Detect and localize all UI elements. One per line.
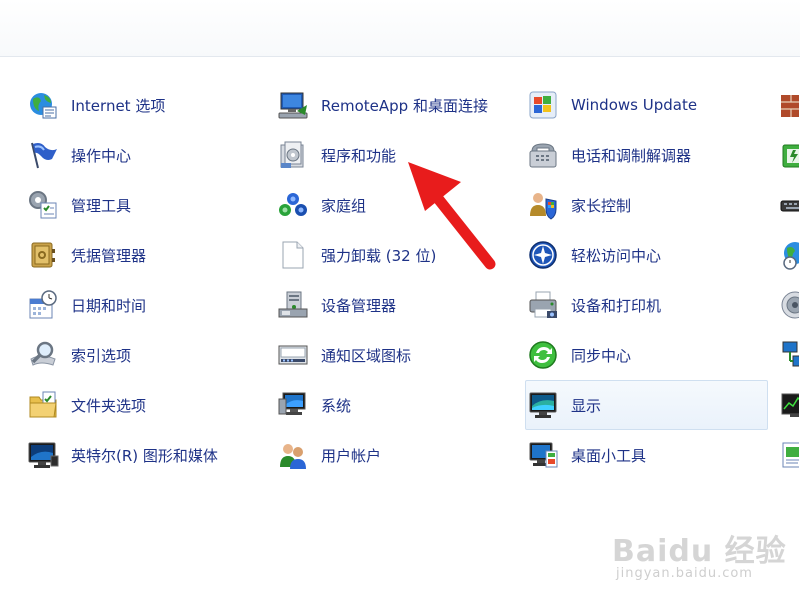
item-label: 强力卸载 (32 位) <box>321 246 437 265</box>
telephone-icon <box>527 139 559 171</box>
item-notification-area-icons[interactable]: 通知区域图标 <box>250 330 490 380</box>
item-sound-clipped[interactable] <box>752 280 800 330</box>
item-user-accounts[interactable]: 用户帐户 <box>250 430 490 480</box>
magnifier-icon <box>27 339 59 371</box>
item-performance-clipped[interactable] <box>752 380 800 430</box>
item-label: 家庭组 <box>321 196 367 215</box>
item-label: 电话和调制解调器 <box>571 146 692 165</box>
item-parental-controls[interactable]: 家长控制 <box>500 180 740 230</box>
item-firewall-clipped[interactable] <box>752 80 800 130</box>
item-programs-features[interactable]: 程序和功能 <box>250 130 490 180</box>
item-label: 程序和功能 <box>321 146 397 165</box>
sync-icon <box>527 339 559 371</box>
item-label: 通知区域图标 <box>321 346 412 365</box>
item-admin-tools[interactable]: 管理工具 <box>0 180 240 230</box>
item-label: 同步中心 <box>571 346 632 365</box>
homegroup-icon <box>277 189 309 221</box>
item-sync-center[interactable]: 同步中心 <box>500 330 740 380</box>
item-folder-options[interactable]: 文件夹选项 <box>0 380 240 430</box>
vault-icon <box>27 239 59 271</box>
ease-of-access-icon <box>527 239 559 271</box>
item-desktop-gadgets[interactable]: 桌面小工具 <box>500 430 740 480</box>
users-icon <box>277 439 309 471</box>
item-credential-manager[interactable]: 凭据管理器 <box>0 230 240 280</box>
notification-area-icon <box>277 339 309 371</box>
control-panel-grid: Internet 选项 操作中心 管理工具 凭据管理器 日期和时间 索引选项 文… <box>0 80 800 480</box>
taskbar-icon <box>779 439 799 471</box>
item-windows-update[interactable]: Windows Update <box>500 80 740 130</box>
item-display[interactable]: 显示 <box>525 380 768 430</box>
baidu-watermark: Baidu 经验 jingyan.baidu.com <box>612 518 792 598</box>
item-label: Windows Update <box>571 96 698 114</box>
remote-desktop-icon <box>277 89 309 121</box>
item-date-time[interactable]: 日期和时间 <box>0 280 240 330</box>
calendar-clock-icon <box>27 289 59 321</box>
power-icon <box>779 139 799 171</box>
item-label: 索引选项 <box>71 346 132 365</box>
item-label: 英特尔(R) 图形和媒体 <box>71 446 218 465</box>
item-label: 系统 <box>321 396 352 415</box>
item-network-clipped[interactable] <box>752 330 800 380</box>
admin-tools-icon <box>27 189 59 221</box>
region-globe-icon <box>779 239 799 271</box>
printer-icon <box>527 289 559 321</box>
network-icon <box>779 339 799 371</box>
item-keyboard-clipped[interactable] <box>752 180 800 230</box>
speaker-icon <box>779 289 799 321</box>
item-label: 文件夹选项 <box>71 396 147 415</box>
windows-update-icon <box>527 89 559 121</box>
programs-icon <box>277 139 309 171</box>
gadgets-icon <box>527 439 559 471</box>
item-label: 显示 <box>571 396 602 415</box>
item-label: 轻松访问中心 <box>571 246 662 265</box>
item-intel-graphics[interactable]: 英特尔(R) 图形和媒体 <box>0 430 240 480</box>
item-label: 用户帐户 <box>321 446 382 465</box>
item-internet-options[interactable]: Internet 选项 <box>0 80 240 130</box>
item-indexing-options[interactable]: 索引选项 <box>0 330 240 380</box>
item-taskbar-clipped[interactable] <box>752 430 800 480</box>
item-label: Internet 选项 <box>71 96 166 115</box>
item-system[interactable]: 系统 <box>250 380 490 430</box>
item-ease-of-access[interactable]: 轻松访问中心 <box>500 230 740 280</box>
item-label: 操作中心 <box>71 146 132 165</box>
globe-settings-icon <box>27 89 59 121</box>
watermark-brand: Baidu 经验 <box>612 534 787 569</box>
item-label: RemoteApp 和桌面连接 <box>321 96 488 115</box>
item-homegroup[interactable]: 家庭组 <box>250 180 490 230</box>
item-devices-printers[interactable]: 设备和打印机 <box>500 280 740 330</box>
item-phone-modem[interactable]: 电话和调制解调器 <box>500 130 740 180</box>
parental-control-icon <box>527 189 559 221</box>
item-uninstaller[interactable]: 强力卸载 (32 位) <box>250 230 490 280</box>
item-label: 凭据管理器 <box>71 246 147 265</box>
system-icon <box>277 389 309 421</box>
item-label: 设备和打印机 <box>571 296 662 315</box>
firewall-icon <box>779 89 799 121</box>
device-manager-icon <box>277 289 309 321</box>
item-label: 设备管理器 <box>321 296 397 315</box>
item-device-manager[interactable]: 设备管理器 <box>250 280 490 330</box>
item-label: 日期和时间 <box>71 296 147 315</box>
item-action-center[interactable]: 操作中心 <box>0 130 240 180</box>
item-label: 家长控制 <box>571 196 632 215</box>
watermark-url: jingyan.baidu.com <box>616 566 753 581</box>
address-bar-area <box>0 0 800 57</box>
monitor-icon <box>27 439 59 471</box>
item-label: 桌面小工具 <box>571 446 647 465</box>
item-remoteapp[interactable]: RemoteApp 和桌面连接 <box>250 80 490 130</box>
blank-document-icon <box>277 239 309 271</box>
folder-icon <box>27 389 59 421</box>
item-region-clipped[interactable] <box>752 230 800 280</box>
keyboard-icon <box>779 189 799 221</box>
flag-icon <box>27 139 59 171</box>
performance-icon <box>779 389 799 421</box>
display-icon <box>527 389 559 421</box>
item-label: 管理工具 <box>71 196 132 215</box>
item-power-clipped[interactable] <box>752 130 800 180</box>
